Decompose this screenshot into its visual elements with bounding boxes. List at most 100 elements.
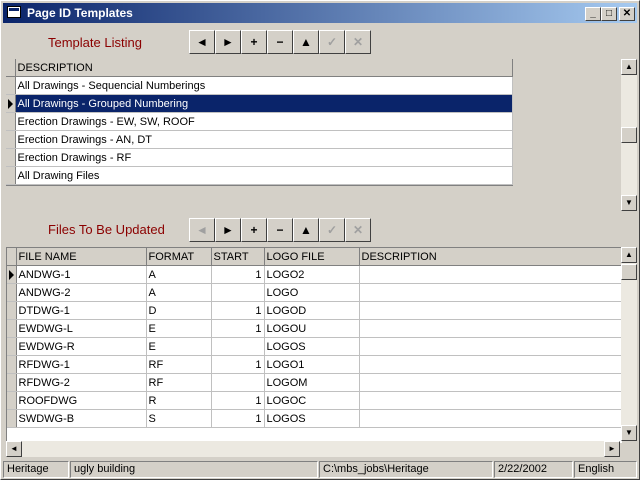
- description-cell[interactable]: [359, 373, 621, 392]
- template-vertical-scrollbar[interactable]: ▲ ▼: [621, 59, 637, 211]
- template-description-cell[interactable]: Erection Drawings - EW, SW, ROOF: [15, 112, 513, 131]
- template-description-cell[interactable]: All Drawings - Grouped Numbering: [15, 94, 513, 113]
- format-cell[interactable]: E: [146, 337, 212, 356]
- description-cell[interactable]: [359, 283, 621, 302]
- files-header-format[interactable]: FORMAT: [146, 248, 212, 266]
- files-cancel-button[interactable]: ✕: [345, 218, 371, 242]
- template-row[interactable]: All Drawings - Sequencial Numberings: [6, 76, 513, 95]
- scroll-thumb[interactable]: [621, 127, 637, 143]
- files-vertical-scrollbar[interactable]: ▲ ▼: [621, 247, 637, 441]
- format-cell[interactable]: E: [146, 319, 212, 338]
- logo-file-cell[interactable]: LOGOS: [264, 337, 360, 356]
- start-cell[interactable]: 1: [211, 265, 265, 284]
- start-cell[interactable]: 1: [211, 391, 265, 410]
- file-row[interactable]: ANDWG-2 A LOGO: [7, 283, 621, 302]
- start-cell[interactable]: 1: [211, 409, 265, 428]
- file-name-cell[interactable]: ANDWG-2: [16, 283, 147, 302]
- template-row[interactable]: Erection Drawings - RF: [6, 148, 513, 167]
- format-cell[interactable]: D: [146, 301, 212, 320]
- template-row[interactable]: All Drawing Files: [6, 166, 513, 185]
- description-cell[interactable]: [359, 355, 621, 374]
- file-row[interactable]: RFDWG-1 RF 1 LOGO1: [7, 355, 621, 374]
- template-row[interactable]: Erection Drawings - AN, DT: [6, 130, 513, 149]
- template-row[interactable]: All Drawings - Grouped Numbering: [6, 94, 513, 113]
- description-cell[interactable]: [359, 301, 621, 320]
- template-cancel-button[interactable]: ✕: [345, 30, 371, 54]
- logo-file-cell[interactable]: LOGO1: [264, 355, 360, 374]
- file-name-cell[interactable]: RFDWG-1: [16, 355, 147, 374]
- start-cell[interactable]: 1: [211, 319, 265, 338]
- start-cell[interactable]: 1: [211, 301, 265, 320]
- file-row[interactable]: ANDWG-1 A 1 LOGO2: [7, 265, 621, 284]
- template-description-cell[interactable]: All Drawing Files: [15, 166, 513, 185]
- description-cell[interactable]: [359, 265, 621, 284]
- template-insert-button[interactable]: +: [241, 30, 267, 54]
- file-row[interactable]: EWDWG-R E LOGOS: [7, 337, 621, 356]
- close-button[interactable]: ✕: [619, 7, 635, 21]
- minimize-button[interactable]: _: [585, 7, 601, 21]
- up-arrow-icon[interactable]: ▲: [621, 247, 637, 263]
- format-cell[interactable]: RF: [146, 355, 212, 374]
- files-next-button[interactable]: ►: [215, 218, 241, 242]
- file-row[interactable]: DTDWG-1 D 1 LOGOD: [7, 301, 621, 320]
- logo-file-cell[interactable]: LOGOC: [264, 391, 360, 410]
- files-prior-button[interactable]: ◄: [189, 218, 215, 242]
- description-cell[interactable]: [359, 391, 621, 410]
- files-edit-button[interactable]: ▲: [293, 218, 319, 242]
- file-name-cell[interactable]: EWDWG-R: [16, 337, 147, 356]
- files-horizontal-scrollbar[interactable]: ◄ ►: [6, 441, 620, 457]
- template-row[interactable]: Erection Drawings - EW, SW, ROOF: [6, 112, 513, 131]
- format-cell[interactable]: S: [146, 409, 212, 428]
- maximize-button[interactable]: □: [601, 7, 617, 21]
- logo-file-cell[interactable]: LOGOD: [264, 301, 360, 320]
- files-header-file-name[interactable]: FILE NAME: [16, 248, 147, 266]
- logo-file-cell[interactable]: LOGOM: [264, 373, 360, 392]
- files-post-button[interactable]: ✓: [319, 218, 345, 242]
- file-row[interactable]: RFDWG-2 RF LOGOM: [7, 373, 621, 392]
- file-name-cell[interactable]: ROOFDWG: [16, 391, 147, 410]
- files-header-logo-file[interactable]: LOGO FILE: [264, 248, 360, 266]
- format-cell[interactable]: A: [146, 265, 212, 284]
- file-name-cell[interactable]: RFDWG-2: [16, 373, 147, 392]
- file-name-cell[interactable]: ANDWG-1: [16, 265, 147, 284]
- start-cell[interactable]: [211, 283, 265, 302]
- files-insert-button[interactable]: +: [241, 218, 267, 242]
- file-name-cell[interactable]: DTDWG-1: [16, 301, 147, 320]
- left-arrow-icon[interactable]: ◄: [6, 441, 22, 457]
- description-cell[interactable]: [359, 409, 621, 428]
- files-header-description[interactable]: DESCRIPTION: [359, 248, 621, 266]
- format-cell[interactable]: RF: [146, 373, 212, 392]
- template-delete-button[interactable]: −: [267, 30, 293, 54]
- logo-file-cell[interactable]: LOGOU: [264, 319, 360, 338]
- file-row[interactable]: EWDWG-L E 1 LOGOU: [7, 319, 621, 338]
- down-arrow-icon[interactable]: ▼: [621, 425, 637, 441]
- up-arrow-icon[interactable]: ▲: [621, 59, 637, 75]
- template-description-cell[interactable]: Erection Drawings - AN, DT: [15, 130, 513, 149]
- file-row[interactable]: ROOFDWG R 1 LOGOC: [7, 391, 621, 410]
- template-description-cell[interactable]: All Drawings - Sequencial Numberings: [15, 76, 513, 95]
- template-edit-button[interactable]: ▲: [293, 30, 319, 54]
- template-next-button[interactable]: ►: [215, 30, 241, 54]
- files-delete-button[interactable]: −: [267, 218, 293, 242]
- description-cell[interactable]: [359, 319, 621, 338]
- template-post-button[interactable]: ✓: [319, 30, 345, 54]
- start-cell[interactable]: [211, 373, 265, 392]
- right-arrow-icon[interactable]: ►: [604, 441, 620, 457]
- template-header-description[interactable]: DESCRIPTION: [15, 59, 513, 77]
- file-name-cell[interactable]: SWDWG-B: [16, 409, 147, 428]
- file-name-cell[interactable]: EWDWG-L: [16, 319, 147, 338]
- template-prior-button[interactable]: ◄: [189, 30, 215, 54]
- logo-file-cell[interactable]: LOGOS: [264, 409, 360, 428]
- logo-file-cell[interactable]: LOGO: [264, 283, 360, 302]
- start-cell[interactable]: 1: [211, 355, 265, 374]
- files-header-start[interactable]: START: [211, 248, 265, 266]
- description-cell[interactable]: [359, 337, 621, 356]
- template-description-cell[interactable]: Erection Drawings - RF: [15, 148, 513, 167]
- format-cell[interactable]: A: [146, 283, 212, 302]
- format-cell[interactable]: R: [146, 391, 212, 410]
- scroll-thumb[interactable]: [621, 264, 637, 280]
- start-cell[interactable]: [211, 337, 265, 356]
- down-arrow-icon[interactable]: ▼: [621, 195, 637, 211]
- file-row[interactable]: SWDWG-B S 1 LOGOS: [7, 409, 621, 428]
- logo-file-cell[interactable]: LOGO2: [264, 265, 360, 284]
